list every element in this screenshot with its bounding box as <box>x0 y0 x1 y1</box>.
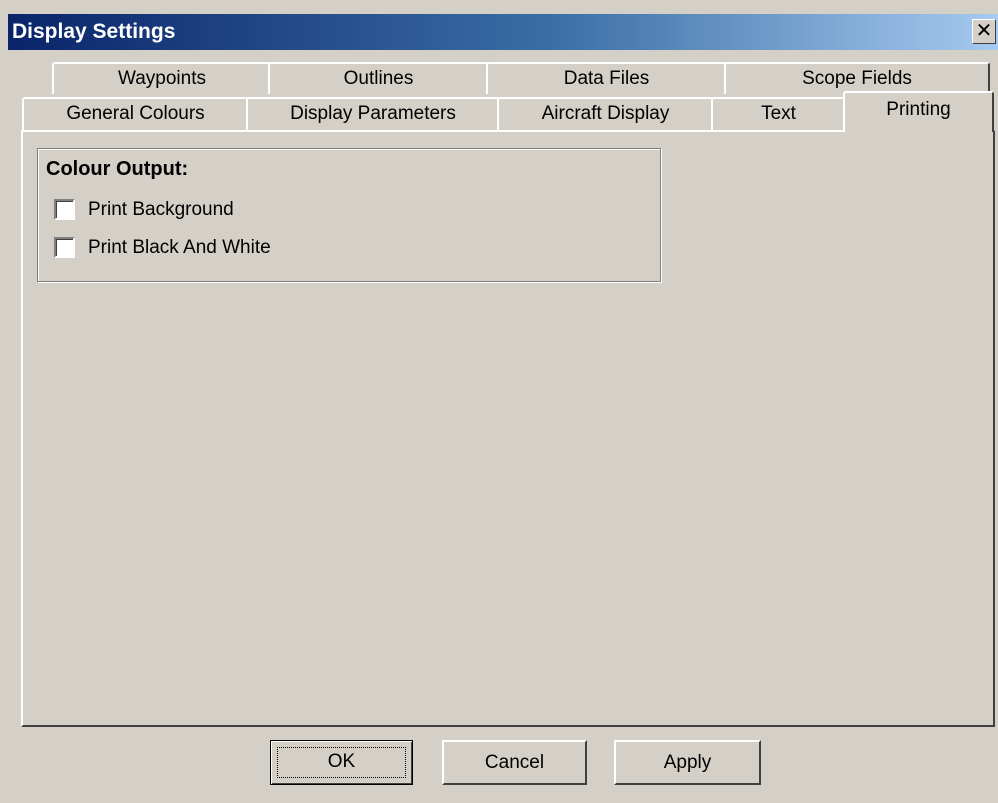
display-settings-dialog: Display Settings ✕ Waypoints Outlines Da… <box>0 0 998 803</box>
print-black-and-white-label[interactable]: Print Black And White <box>88 235 271 261</box>
window-title: Display Settings <box>12 20 176 43</box>
cancel-label: Cancel <box>484 752 545 773</box>
tab-outlines[interactable]: Outlines <box>268 62 489 94</box>
tab-printing[interactable]: Printing <box>843 91 994 132</box>
tab-waypoints[interactable]: Waypoints <box>52 62 272 94</box>
tab-text[interactable]: Text <box>711 97 846 133</box>
close-icon: ✕ <box>975 20 993 42</box>
close-button[interactable]: ✕ <box>972 19 996 44</box>
tab-label: Printing <box>886 99 951 120</box>
printing-tab-panel: Colour Output: Print Background Print Bl… <box>21 130 995 727</box>
title-bar[interactable]: Display Settings ✕ <box>8 14 998 50</box>
apply-label: Apply <box>663 752 712 773</box>
tab-label: Scope Fields <box>802 68 912 89</box>
colour-output-group: Colour Output: Print Background Print Bl… <box>37 148 661 282</box>
tab-scope-fields[interactable]: Scope Fields <box>724 62 990 94</box>
apply-button[interactable]: Apply <box>614 740 761 785</box>
cancel-button[interactable]: Cancel <box>442 740 587 785</box>
print-black-and-white-checkbox[interactable] <box>54 237 75 258</box>
tab-label: Waypoints <box>118 68 206 89</box>
tab-aircraft-display[interactable]: Aircraft Display <box>497 97 714 133</box>
tab-display-parameters[interactable]: Display Parameters <box>246 97 500 133</box>
ok-label: OK <box>327 751 356 772</box>
print-background-checkbox[interactable] <box>54 199 75 220</box>
tab-general-colours[interactable]: General Colours <box>22 97 249 133</box>
tab-data-files[interactable]: Data Files <box>486 62 727 94</box>
group-title: Colour Output: <box>46 158 189 180</box>
tab-label: Data Files <box>563 68 650 89</box>
ok-button[interactable]: OK <box>270 740 413 785</box>
tab-label: Display Parameters <box>290 103 456 124</box>
print-background-label[interactable]: Print Background <box>88 197 234 223</box>
tab-label: Outlines <box>343 68 414 89</box>
tab-label: Text <box>761 103 796 124</box>
tab-label: Aircraft Display <box>541 103 670 124</box>
tab-label: General Colours <box>66 103 205 124</box>
